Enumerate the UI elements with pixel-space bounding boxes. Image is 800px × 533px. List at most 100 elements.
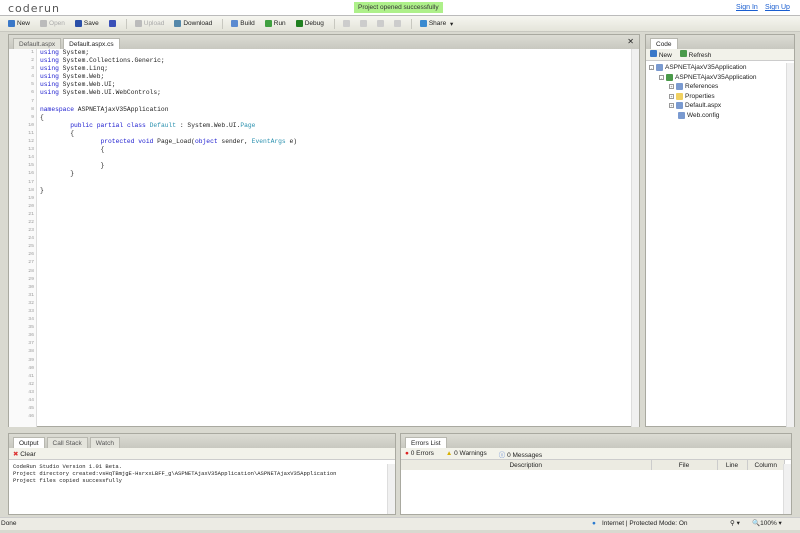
- line-number: 23: [28, 228, 34, 234]
- line-number: 4: [31, 74, 34, 80]
- output-panel: Output Call Stack Watch ✖ Clear CodeRun St…: [8, 433, 396, 515]
- toolbar-separator: [222, 18, 224, 29]
- tab-output[interactable]: Output: [13, 437, 45, 448]
- sign-up-link[interactable]: Sign Up: [765, 4, 790, 11]
- open-icon: [40, 20, 48, 27]
- column-column[interactable]: Column: [747, 460, 785, 470]
- protected-mode-dropdown[interactable]: ⚲ ▾: [730, 518, 740, 530]
- tree-node[interactable]: - ASPNETAjaxV35Application: [649, 63, 791, 73]
- line-number: 44: [28, 398, 34, 404]
- info-icon: ⓘ: [498, 451, 506, 459]
- errors-scrollbar[interactable]: [783, 464, 791, 514]
- column-description[interactable]: Description: [401, 460, 652, 470]
- code-line: using System.Collections.Generic;: [40, 57, 165, 65]
- tree-node[interactable]: - ASPNETAjaxV35Application: [649, 73, 791, 83]
- new-file-button[interactable]: New: [650, 50, 672, 59]
- save-icon: [74, 20, 82, 27]
- toolbar-separator: [333, 18, 335, 29]
- save-all-button[interactable]: [108, 20, 116, 27]
- line-number: 7: [31, 98, 34, 104]
- output-tabs: Output Call Stack Watch: [9, 434, 395, 448]
- code-line: using System.Linq;: [40, 65, 109, 73]
- upload-button[interactable]: Upload: [134, 20, 164, 27]
- expand-icon[interactable]: +: [669, 103, 674, 109]
- line-number: 8: [31, 106, 34, 112]
- tab-code[interactable]: Code: [650, 38, 678, 49]
- refresh-button[interactable]: Refresh: [679, 50, 711, 59]
- line-number: 32: [28, 300, 34, 306]
- tree-node[interactable]: + References: [649, 82, 791, 92]
- line-number: 45: [28, 406, 34, 412]
- sign-in-link[interactable]: Sign In: [736, 4, 758, 11]
- close-icon[interactable]: ✕: [627, 37, 634, 46]
- code-line: }: [40, 162, 105, 170]
- clear-button[interactable]: ✖ Clear: [13, 450, 36, 458]
- editor-panel: Default.aspx Default.aspx.cs ✕ 1234567891…: [8, 34, 640, 427]
- errors-filter[interactable]: ● 0 Errors: [405, 450, 434, 457]
- messages-filter[interactable]: ⓘ 0 Messages: [499, 449, 542, 459]
- line-number: 38: [28, 349, 34, 355]
- warnings-filter[interactable]: ▲ 0 Warnings: [446, 450, 487, 457]
- column-file[interactable]: File: [651, 460, 718, 470]
- code-line: using System.Web.UI;: [40, 81, 116, 89]
- zoom-level[interactable]: 🔍100% ▾: [752, 518, 782, 530]
- code-line: using System.Web.UI.WebControls;: [40, 89, 161, 97]
- editor-scrollbar[interactable]: [631, 49, 639, 427]
- line-number: 22: [28, 219, 34, 225]
- code-editor[interactable]: 1 2 3 4 5 6 7 8 9 10 11 12 13 14 15 16 17 18 19 20 21 22 23 24 2…: [9, 49, 632, 427]
- line-number: 1: [31, 50, 34, 55]
- build-button[interactable]: Build: [231, 20, 255, 27]
- security-zone: Internet | Protected Mode: On: [602, 520, 688, 527]
- line-number: 9: [31, 114, 34, 120]
- step-over-button[interactable]: [376, 20, 384, 27]
- line-number: 21: [28, 211, 34, 217]
- line-number: 11: [28, 130, 34, 136]
- code-lines: using System; using System.Collections.Ge…: [40, 49, 297, 195]
- line-number: 27: [28, 260, 34, 266]
- code-line: {: [40, 146, 105, 154]
- output-scrollbar[interactable]: [387, 464, 395, 514]
- share-button[interactable]: Share ▾: [419, 20, 453, 28]
- upload-icon: [134, 20, 142, 27]
- editor-tabs: Default.aspx Default.aspx.cs: [9, 35, 639, 49]
- expand-icon[interactable]: +: [669, 84, 674, 90]
- debug-button[interactable]: Debug: [295, 20, 324, 27]
- code-line: public partial class Default : System.We…: [70, 121, 256, 129]
- errors-panel: Errors List ● 0 Errors ▲ 0 Warnings ⓘ 0 …: [400, 433, 792, 515]
- tab-default-aspx-cs[interactable]: Default.aspx.cs: [63, 38, 120, 49]
- tab-call-stack[interactable]: Call Stack: [46, 437, 88, 448]
- references-icon: [676, 83, 683, 91]
- line-number: 19: [28, 195, 34, 201]
- run-button[interactable]: Run: [264, 20, 286, 27]
- coderun-logo: coderun: [8, 2, 60, 15]
- tab-errors-list[interactable]: Errors List: [405, 437, 447, 448]
- collapse-icon[interactable]: -: [659, 74, 664, 80]
- line-number: 28: [28, 268, 34, 274]
- line-number: 24: [28, 236, 34, 242]
- tree-node[interactable]: Web.config: [649, 111, 791, 121]
- aspx-file-icon: [676, 102, 683, 110]
- tree-node[interactable]: + Properties: [649, 92, 791, 102]
- code-line: namespace ASPNETAjaxV35Application: [40, 105, 169, 113]
- step-out-button[interactable]: [393, 20, 401, 27]
- line-number: 16: [28, 171, 34, 177]
- expand-icon[interactable]: +: [669, 93, 674, 99]
- tree-node[interactable]: + Default.aspx: [649, 101, 791, 111]
- new-button[interactable]: New: [8, 20, 30, 27]
- column-line[interactable]: Line: [717, 460, 748, 470]
- solution-icon: [656, 64, 663, 72]
- tab-default-aspx[interactable]: Default.aspx: [13, 38, 62, 49]
- collapse-icon[interactable]: -: [649, 65, 654, 71]
- stop-button[interactable]: [342, 20, 350, 27]
- open-button[interactable]: Open: [40, 20, 65, 27]
- tab-watch[interactable]: Watch: [89, 437, 120, 448]
- line-number: 30: [28, 284, 34, 290]
- tree-scrollbar[interactable]: [786, 63, 794, 427]
- line-number: 10: [28, 122, 34, 128]
- save-button[interactable]: Save: [74, 20, 99, 27]
- download-button[interactable]: Download: [174, 20, 212, 27]
- line-number-gutter: 1 2 3 4 5 6 7 8 9 10 11 12 13 14 15 16 17 18 19 20 21 22 23 24 2…: [9, 49, 37, 427]
- step-into-button[interactable]: [359, 20, 367, 27]
